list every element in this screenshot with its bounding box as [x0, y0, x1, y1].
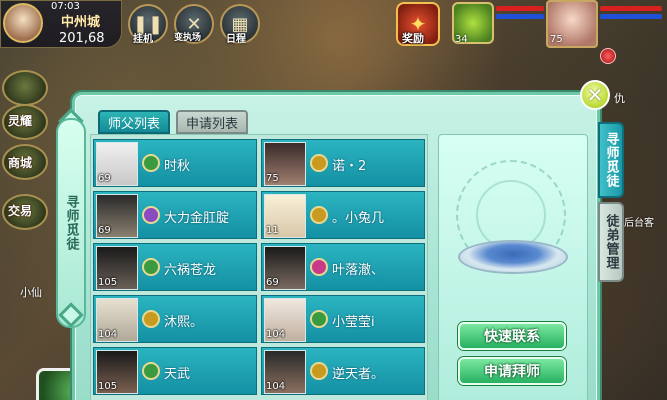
scene-label-right-2: 后台客 [624, 218, 654, 229]
player-avatar[interactable] [3, 3, 43, 43]
pet-mp-bar [496, 14, 544, 19]
player-level: 69 [98, 173, 111, 184]
map-coords: 201,68 [59, 31, 105, 46]
side-menu-label-3: 交易 [8, 204, 33, 218]
panel-side-banner: 寻师觅徒 [56, 118, 86, 328]
target-hp-bar [600, 6, 662, 11]
target-level: 75 [550, 34, 563, 45]
master-list-item[interactable]: 105 六祸苍龙 [93, 243, 257, 291]
pet-hp-bar [496, 6, 544, 11]
class-emblem-icon [142, 154, 160, 172]
player-level: 104 [266, 329, 286, 340]
player-level: 69 [98, 225, 111, 236]
class-emblem-icon [142, 258, 160, 276]
class-emblem-icon [142, 362, 160, 380]
apply-master-button[interactable]: 申请拜师 [458, 357, 566, 385]
arena-label: 变执场 [174, 33, 202, 43]
class-emblem-icon [142, 310, 160, 328]
scene-label-right-1: 仇 [614, 92, 625, 105]
side-menu-icon-1[interactable] [2, 70, 48, 106]
pet-level: 34 [455, 34, 468, 45]
player-name: 叶落澈、 [332, 263, 385, 278]
player-level: 75 [266, 173, 279, 184]
player-level: 69 [266, 277, 279, 288]
player-name: 沐熙。 [164, 315, 204, 330]
class-emblem-icon [310, 154, 328, 172]
master-list-item[interactable]: 69 叶落澈、 [261, 243, 425, 291]
master-list-item[interactable]: 75 诺・2 [261, 139, 425, 187]
close-icon: ✕ [586, 83, 604, 107]
player-name: 诺・2 [332, 159, 367, 174]
class-emblem-icon [142, 206, 160, 224]
tab-master-list[interactable]: 师父列表 [98, 110, 170, 134]
side-menu-label-2: 商城 [8, 156, 33, 170]
class-emblem-icon [310, 206, 328, 224]
target-mp-bar [600, 14, 662, 19]
class-emblem-icon [310, 362, 328, 380]
player-level: 11 [266, 225, 279, 236]
player-name: 六祸苍龙 [164, 263, 217, 278]
pool-decoration [458, 240, 568, 274]
class-emblem-icon [310, 258, 328, 276]
player-level: 104 [98, 329, 118, 340]
panel-side-title: 寻师觅徒 [63, 195, 79, 251]
master-list-item[interactable]: 104 沐熙。 [93, 295, 257, 343]
player-name: 时秋 [164, 159, 191, 174]
tab-disciple-manage[interactable]: 徒弟管理 [598, 202, 624, 282]
player-level: 105 [98, 277, 118, 288]
notification-dot[interactable] [600, 48, 616, 64]
master-list-item[interactable]: 104 逆天者。 [261, 347, 425, 395]
master-list-item[interactable]: 105 天武 [93, 347, 257, 395]
master-list-item[interactable]: 104 小莹莹i [261, 295, 425, 343]
map-name: 中州城 [61, 15, 101, 30]
tab-application-list[interactable]: 申请列表 [176, 110, 248, 134]
schedule-label: 日程 [226, 34, 246, 45]
master-list-item[interactable]: 69 大力金肛腚 [93, 191, 257, 239]
master-list-item[interactable]: 11 。小兔几 [261, 191, 425, 239]
auto-battle-label: 挂机 [133, 34, 153, 45]
close-button[interactable]: ✕ [580, 80, 610, 110]
player-level: 104 [266, 381, 286, 392]
player-info-panel[interactable]: 07:03 中州城 201,68 [0, 0, 122, 48]
player-name: 天武 [164, 367, 191, 382]
quick-contact-button[interactable]: 快速联系 [458, 322, 566, 350]
class-emblem-icon [310, 310, 328, 328]
master-list[interactable]: 69 时秋 75 诺・2 69 大力金肛腚 11 。小兔几 105 六祸苍龙 6… [90, 134, 428, 400]
master-list-item[interactable]: 69 时秋 [93, 139, 257, 187]
tab-find-master[interactable]: 寻师觅徒 [598, 122, 624, 198]
reward-label: 奖励 [402, 32, 424, 45]
player-level: 105 [98, 381, 118, 392]
scene-label-left: 小仙 [20, 286, 42, 299]
player-name: 。小兔几 [332, 211, 385, 226]
player-name: 小莹莹i [332, 315, 375, 330]
player-name: 逆天者。 [332, 367, 385, 382]
side-menu-label-1: 灵耀 [8, 114, 33, 128]
player-name: 大力金肛腚 [164, 211, 230, 226]
